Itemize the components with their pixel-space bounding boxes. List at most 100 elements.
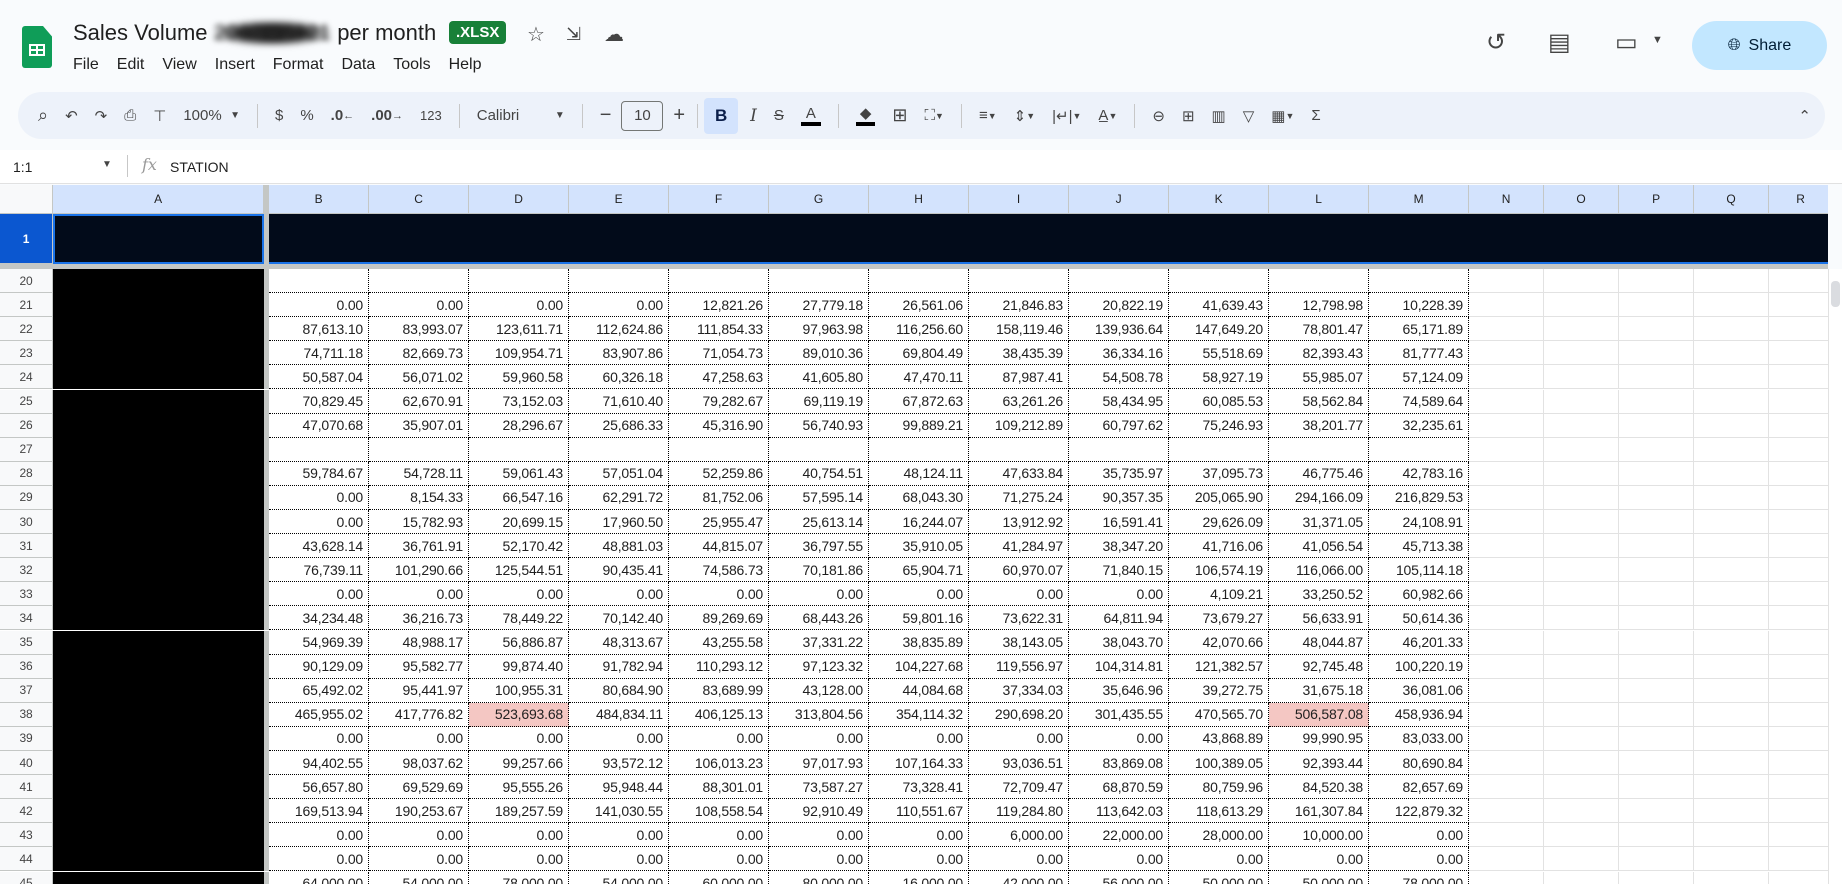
row-header[interactable]: 38 xyxy=(0,702,53,727)
empty-cell[interactable] xyxy=(1469,702,1544,727)
empty-cell[interactable] xyxy=(1769,727,1828,751)
text-rotation-icon[interactable]: A̲ ▼ xyxy=(1098,107,1117,124)
cell[interactable]: 58,927.19 xyxy=(1169,365,1269,390)
cell[interactable]: 27,779.18 xyxy=(769,293,869,318)
cell[interactable]: 45,713.38 xyxy=(1369,534,1469,559)
empty-cell[interactable] xyxy=(1469,582,1544,607)
empty-cell[interactable] xyxy=(1619,726,1694,751)
name-box[interactable]: 1:1 xyxy=(13,159,32,175)
empty-cell[interactable] xyxy=(1769,872,1828,884)
cell[interactable]: 0.00 xyxy=(769,847,869,872)
menu-data[interactable]: Data xyxy=(341,54,383,76)
cell[interactable]: 38,835.89 xyxy=(869,630,969,655)
cell[interactable]: 417,776.82 xyxy=(369,702,469,727)
empty-cell[interactable] xyxy=(1469,654,1544,679)
empty-cell[interactable] xyxy=(1544,630,1619,655)
decrease-font-size-icon[interactable]: − xyxy=(600,104,612,127)
column-header-H[interactable]: H xyxy=(869,185,969,214)
empty-cell[interactable] xyxy=(1544,775,1619,800)
cell[interactable] xyxy=(869,269,969,294)
search-menus-icon[interactable]: ⌕ xyxy=(38,105,48,126)
empty-cell[interactable] xyxy=(1544,510,1619,535)
cell[interactable]: 123,611.71 xyxy=(469,317,569,342)
cell[interactable]: 90,129.09 xyxy=(269,654,369,679)
empty-cell[interactable] xyxy=(1769,317,1828,342)
cell[interactable]: 43,628.14 xyxy=(269,534,369,559)
row-header[interactable]: 28 xyxy=(0,461,53,486)
cell[interactable] xyxy=(369,269,469,294)
empty-cell[interactable] xyxy=(1769,823,1828,848)
cell[interactable]: 82,657.69 xyxy=(1369,775,1469,800)
cell[interactable]: 48,881.03 xyxy=(569,534,669,559)
cell[interactable]: 100,220.19 xyxy=(1369,654,1469,679)
row-header[interactable]: 26 xyxy=(0,413,53,438)
row-header[interactable]: 27 xyxy=(0,437,53,462)
cell[interactable]: 0.00 xyxy=(669,726,769,751)
cell[interactable]: 39,272.75 xyxy=(1169,678,1269,703)
empty-cell[interactable] xyxy=(1694,365,1769,390)
cell[interactable]: 87,987.41 xyxy=(969,365,1069,390)
empty-cell[interactable] xyxy=(1544,558,1619,583)
cell[interactable]: 28,296.67 xyxy=(469,413,569,438)
row-header[interactable]: 44 xyxy=(0,847,53,872)
cell[interactable]: 0.00 xyxy=(769,582,869,607)
cell[interactable]: 87,613.10 xyxy=(269,317,369,342)
bold-button[interactable]: B xyxy=(704,97,739,134)
cell[interactable]: 36,797.55 xyxy=(769,534,869,559)
cell-A-redacted[interactable] xyxy=(53,317,264,342)
cell[interactable] xyxy=(869,437,969,462)
empty-cell[interactable] xyxy=(1619,389,1694,414)
row-header[interactable]: 41 xyxy=(0,775,53,800)
cell[interactable]: 95,582.77 xyxy=(369,654,469,679)
insert-chart-icon[interactable]: ▥ xyxy=(1212,107,1226,125)
cell[interactable]: 78,000.00 xyxy=(1369,871,1469,884)
cell[interactable]: 110,293.12 xyxy=(669,654,769,679)
cell[interactable]: 0.00 xyxy=(269,582,369,607)
cell[interactable]: 32,235.61 xyxy=(1369,413,1469,438)
cell[interactable]: 60,085.53 xyxy=(1169,389,1269,414)
cell[interactable]: 54,000.00 xyxy=(569,871,669,884)
empty-cell[interactable] xyxy=(1694,606,1769,631)
empty-cell[interactable] xyxy=(1619,510,1694,535)
column-header-F[interactable]: F xyxy=(669,185,769,214)
column-header-J[interactable]: J xyxy=(1069,185,1169,214)
cell[interactable]: 50,614.36 xyxy=(1369,606,1469,631)
cell[interactable]: 26,561.06 xyxy=(869,293,969,318)
cell-A-redacted[interactable] xyxy=(53,871,264,884)
row-header[interactable]: 21 xyxy=(0,293,53,318)
cell[interactable]: 0.00 xyxy=(369,847,469,872)
cell-A-redacted[interactable] xyxy=(53,726,264,751)
empty-cell[interactable] xyxy=(1694,751,1769,776)
print-icon[interactable]: ⎙ xyxy=(124,107,136,124)
empty-cell[interactable] xyxy=(1469,461,1544,486)
cell[interactable]: 50,000.00 xyxy=(1269,871,1369,884)
column-header-E[interactable]: E xyxy=(569,185,669,214)
cell[interactable]: 52,170.42 xyxy=(469,534,569,559)
cell[interactable]: 29,626.09 xyxy=(1169,510,1269,535)
vertical-align-icon[interactable]: ⇕ ▼ xyxy=(1014,107,1036,125)
cell[interactable]: 109,954.71 xyxy=(469,341,569,366)
cell-A-redacted[interactable] xyxy=(53,654,264,679)
italic-button[interactable]: I xyxy=(750,106,757,126)
cell[interactable] xyxy=(769,437,869,462)
cell[interactable]: 15,782.93 xyxy=(369,510,469,535)
cell[interactable]: 0.00 xyxy=(569,823,669,848)
cell[interactable] xyxy=(469,437,569,462)
fill-color-icon[interactable]: ◆ xyxy=(855,105,876,126)
cell[interactable]: 69,119.19 xyxy=(769,389,869,414)
empty-cell[interactable] xyxy=(1694,341,1769,366)
empty-cell[interactable] xyxy=(1769,414,1828,438)
menu-format[interactable]: Format xyxy=(273,54,332,76)
empty-cell[interactable] xyxy=(1619,702,1694,727)
cell[interactable]: 59,784.67 xyxy=(269,461,369,486)
empty-cell[interactable] xyxy=(1469,678,1544,703)
share-button[interactable]: 🌐︎ Share xyxy=(1692,21,1827,70)
empty-cell[interactable] xyxy=(1694,269,1769,294)
row-header[interactable]: 40 xyxy=(0,751,53,776)
empty-cell[interactable] xyxy=(1469,413,1544,438)
cell[interactable]: 24,108.91 xyxy=(1369,510,1469,535)
cell[interactable]: 41,284.97 xyxy=(969,534,1069,559)
empty-cell[interactable] xyxy=(1544,751,1619,776)
cell[interactable]: 406,125.13 xyxy=(669,702,769,727)
empty-cell[interactable] xyxy=(1769,341,1828,366)
